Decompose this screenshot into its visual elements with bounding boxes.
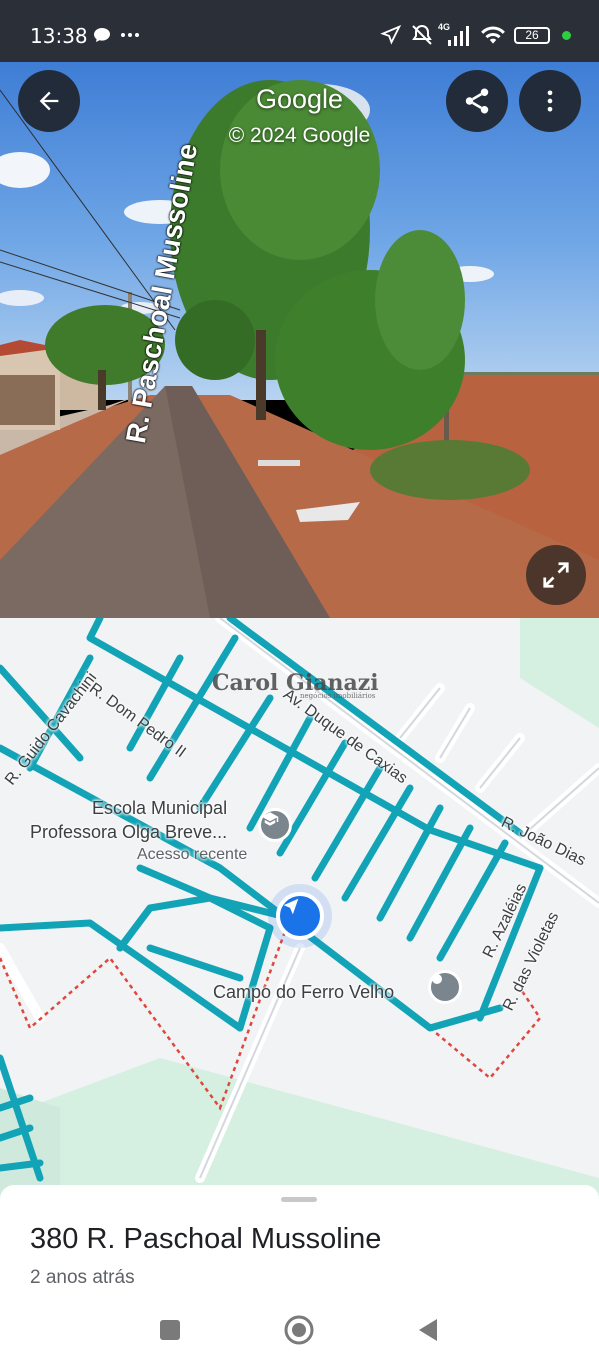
back-button[interactable] [18, 70, 80, 132]
recents-button[interactable] [150, 1313, 190, 1347]
battery-icon: 26 [514, 27, 550, 44]
more-vert-icon [547, 90, 553, 112]
more-options-button[interactable] [519, 70, 581, 132]
drag-handle[interactable] [281, 1197, 317, 1202]
school-icon [261, 812, 279, 826]
status-bar: 13:38 4G 26 [0, 0, 599, 62]
place-title: 380 R. Paschoal Mussoline [30, 1223, 382, 1255]
recents-square-icon [160, 1320, 180, 1340]
map-view[interactable]: Carol Gianazi negócios imobiliários R. G… [0, 618, 599, 1198]
expand-button[interactable] [526, 545, 586, 605]
home-button[interactable] [279, 1313, 319, 1347]
home-circle-icon [284, 1315, 314, 1345]
current-location-marker[interactable] [276, 892, 324, 940]
wifi-icon [481, 26, 505, 44]
share-icon [465, 88, 489, 114]
back-arrow-icon [39, 91, 59, 111]
mute-icon [412, 25, 432, 45]
system-back-button[interactable] [408, 1313, 448, 1347]
school-poi-marker[interactable] [258, 808, 292, 842]
more-dots-icon [121, 33, 139, 37]
place-bottom-sheet[interactable]: 380 R. Paschoal Mussoline 2 anos atrás [0, 1185, 599, 1366]
battery-level: 26 [525, 28, 539, 42]
back-triangle-icon [419, 1319, 437, 1341]
place-subtitle: 2 anos atrás [30, 1267, 135, 1288]
place-label-campo-ferro-velho[interactable]: Campo do Ferro Velho [213, 982, 394, 1003]
active-dot-icon [562, 31, 571, 40]
navigation-arrow-icon [283, 898, 299, 915]
signal-icon [448, 26, 469, 46]
chat-bubble-icon [94, 28, 110, 42]
street-view-panorama[interactable]: Google © 2024 Google R. Paschoal Mussoli… [0, 0, 599, 618]
watermark-subtitle: negócios imobiliários [300, 692, 376, 700]
pin-dot-icon [432, 974, 442, 984]
share-button[interactable] [446, 70, 508, 132]
school-label-line2[interactable]: Professora Olga Breve... [30, 822, 227, 843]
expand-icon [543, 562, 569, 588]
location-arrow-icon [380, 24, 402, 45]
school-label-line1[interactable]: Escola Municipal [92, 798, 227, 819]
google-brand-label: Google [255, 84, 344, 114]
school-recent-label: Acesso recente [137, 846, 248, 863]
place-poi-marker[interactable] [428, 970, 462, 1004]
status-time: 13:38 [30, 24, 88, 48]
copyright-label: © 2024 Google [228, 124, 371, 147]
